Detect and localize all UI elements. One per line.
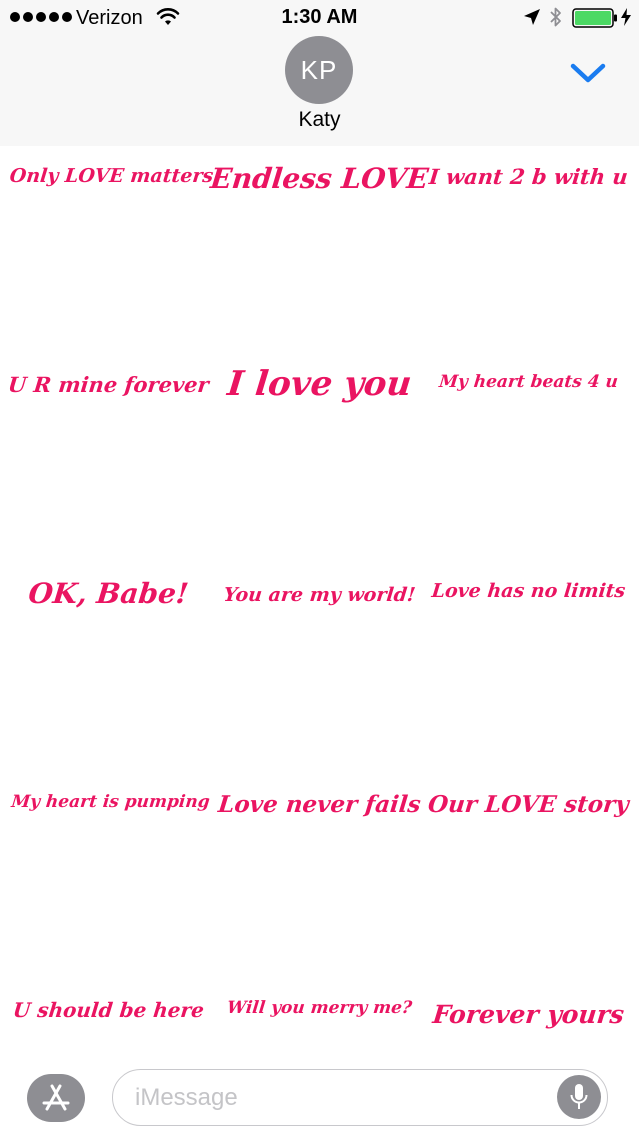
status-bar: Verizon 1:30 AM <box>0 0 639 36</box>
sticker-our-love-story[interactable]: Our LOVE story <box>419 774 638 834</box>
sticker-love-never-fails[interactable]: Love never fails <box>210 774 429 834</box>
sticker-forever-yours[interactable]: Forever yours <box>419 984 638 1044</box>
conversation-header: KP Katy <box>0 36 639 147</box>
sticker-u-should-be-here[interactable]: U should be here <box>0 980 218 1040</box>
sticker-ok-babe[interactable]: OK, Babe! <box>0 563 218 623</box>
microphone-icon <box>570 1084 588 1109</box>
clock-time: 1:30 AM <box>281 6 358 28</box>
sticker-you-are-my-world[interactable]: You are my world! <box>210 565 429 625</box>
app-store-button[interactable] <box>27 1074 85 1122</box>
sticker-i-love-you[interactable]: I love you <box>210 354 429 414</box>
location-icon <box>524 9 540 25</box>
messages-screen: Verizon 1:30 AM KP Katy Only LOVE matter… <box>0 0 639 1136</box>
charging-bolt-icon <box>621 8 631 26</box>
contact-name[interactable]: Katy <box>0 108 639 132</box>
sticker-my-heart-beats-4-u[interactable]: My heart beats 4 u <box>419 352 638 412</box>
imessage-input[interactable]: iMessage <box>112 1069 608 1126</box>
battery-icon <box>572 8 617 28</box>
sticker-i-want-2-b-with-u[interactable]: I want 2 b with u <box>419 146 638 206</box>
sticker-grid: Only LOVE matters Endless LOVE I want 2 … <box>0 146 639 1066</box>
bluetooth-icon <box>550 7 561 27</box>
sticker-endless-love[interactable]: Endless LOVE <box>209 148 430 208</box>
sticker-only-love-matters[interactable]: Only LOVE matters <box>2 146 221 206</box>
sticker-will-you-merry-me[interactable]: Will you merry me? <box>210 978 429 1038</box>
sticker-u-r-mine-forever[interactable]: U R mine forever <box>0 354 218 414</box>
message-input-bar: iMessage <box>0 1066 639 1136</box>
contact-avatar[interactable]: KP <box>285 36 353 104</box>
imessage-placeholder: iMessage <box>135 1084 238 1111</box>
sticker-love-has-no-limits[interactable]: Love has no limits <box>419 561 638 621</box>
app-store-icon <box>42 1084 70 1111</box>
microphone-button[interactable] <box>557 1075 601 1119</box>
chevron-down-icon[interactable] <box>566 54 610 94</box>
sticker-my-heart-is-pumping[interactable]: My heart is pumping <box>1 772 220 832</box>
